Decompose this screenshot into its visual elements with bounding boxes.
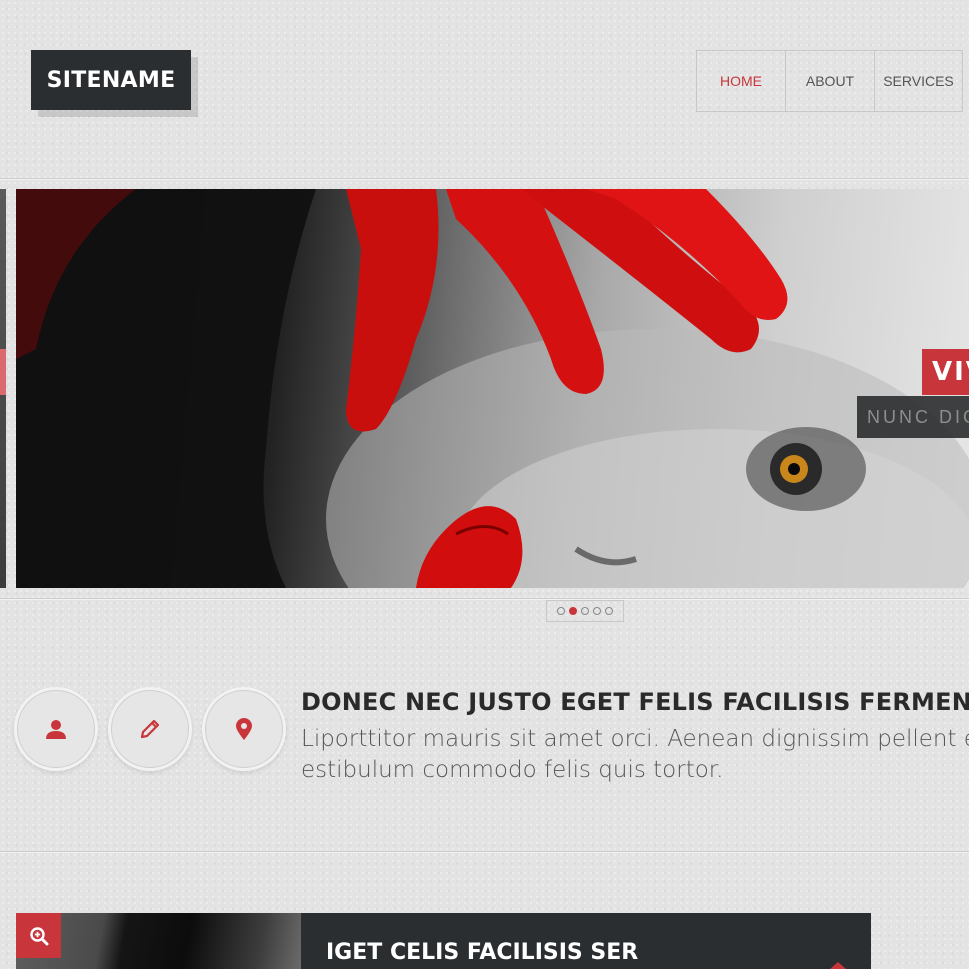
feature-body: Liporttitor mauris sit amet orci. Aenean… (301, 724, 969, 786)
zoom-in-icon (29, 926, 48, 945)
location-button[interactable] (205, 690, 283, 768)
portfolio-card-title[interactable]: IGET CELIS FACILISIS SER (326, 940, 638, 965)
user-icon (46, 720, 66, 739)
nav-services[interactable]: SERVICES (875, 51, 963, 111)
nav-about[interactable]: ABOUT (786, 51, 875, 111)
slider-pagination (546, 600, 624, 622)
slider-dot-1[interactable] (557, 607, 565, 615)
edit-button[interactable] (111, 690, 189, 768)
feature-body-line-1: Liporttitor mauris sit amet orci. Aenean… (301, 726, 969, 752)
zoom-button[interactable] (16, 913, 61, 958)
slider-dot-2[interactable] (569, 607, 577, 615)
slider-divider (0, 598, 969, 600)
slide-caption-subtitle: NUNC DIG (857, 396, 969, 438)
map-marker-icon (236, 718, 252, 740)
pencil-icon (140, 719, 160, 739)
nav-home[interactable]: HOME (697, 51, 786, 111)
hero-illustration (16, 189, 969, 588)
user-button[interactable] (17, 690, 95, 768)
feature-headline: DONEC NEC JUSTO EGET FELIS FACILISIS FER… (301, 688, 969, 716)
previous-slide-peek (0, 189, 6, 588)
slider-dot-5[interactable] (605, 607, 613, 615)
section-divider (0, 851, 969, 853)
site-logo[interactable]: SITENAME (31, 50, 191, 110)
slider-dot-4[interactable] (593, 607, 601, 615)
main-nav: HOME ABOUT SERVICES (696, 50, 963, 112)
hero-slide-image (16, 189, 969, 588)
slide-caption-title: VIV (922, 349, 969, 395)
header-divider (0, 178, 969, 180)
card-arrow-icon (830, 962, 846, 969)
slider-dot-3[interactable] (581, 607, 589, 615)
feature-body-line-2: estibulum commodo felis quis tortor. (301, 757, 724, 783)
